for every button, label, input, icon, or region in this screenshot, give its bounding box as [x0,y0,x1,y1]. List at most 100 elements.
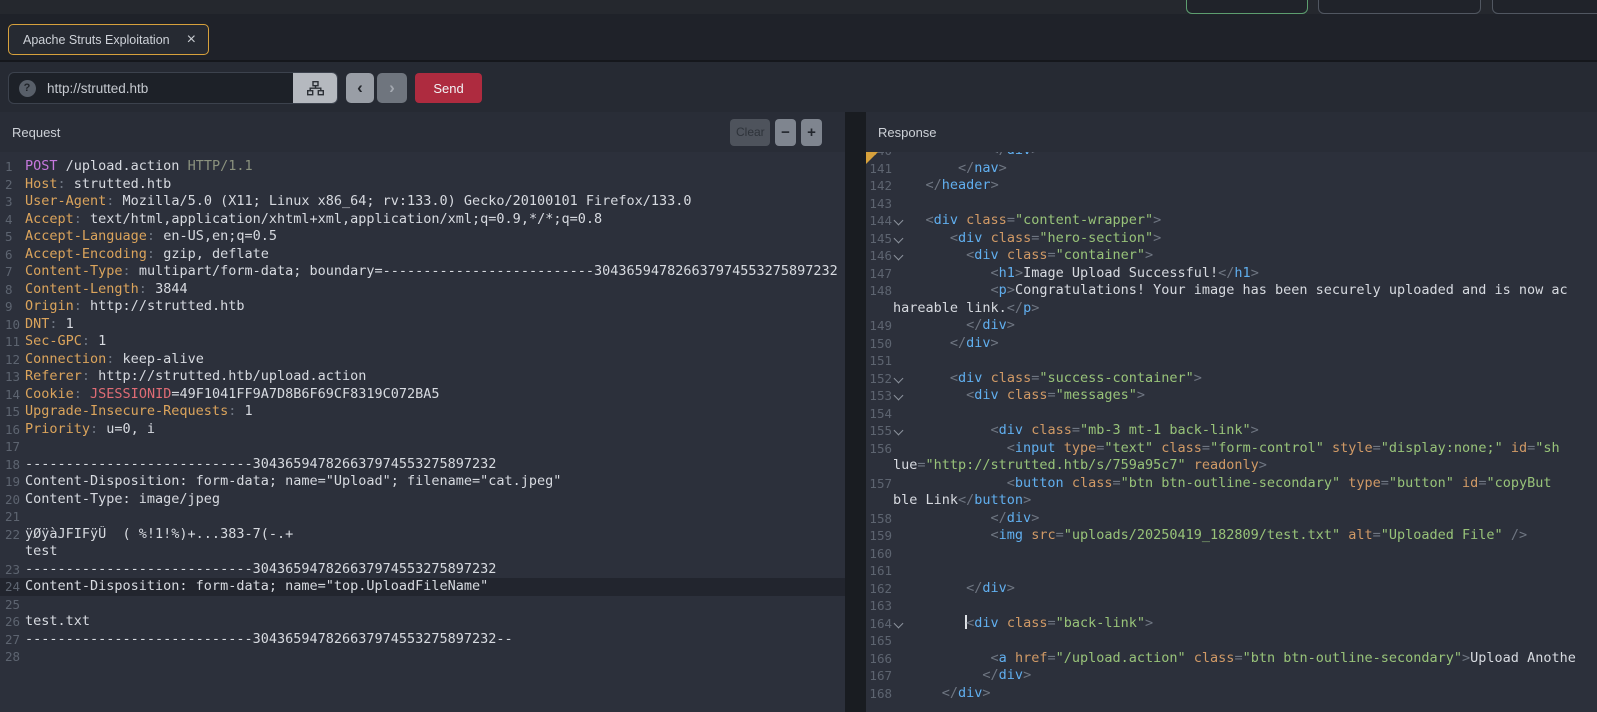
code-text: </div> [892,335,1597,353]
code-line: 16Priority: u=0, i [0,421,845,439]
top-partial-button-1[interactable] [1318,0,1481,14]
history-forward-button[interactable]: › [377,73,407,103]
code-text: <img src="uploads/20250419_182809/test.t… [892,527,1597,545]
history-back-button[interactable]: ‹ [346,73,374,103]
code-text: <button class="btn btn-outline-secondary… [892,475,1597,493]
send-button[interactable]: Send [415,73,482,103]
code-line: 159 <img src="uploads/20250419_182809/te… [866,527,1597,545]
code-line: 168 </div> [866,685,1597,703]
code-line: 141 </nav> [866,160,1597,178]
response-panel-title: Response [878,125,937,140]
code-line: 17 [0,438,845,456]
line-number: 166 [866,650,892,668]
code-text [892,405,1597,423]
code-text: Priority: u=0, i [25,421,845,439]
code-line: 142 </header> [866,177,1597,195]
line-number [866,457,892,475]
code-line: 153 <div class="messages"> [866,387,1597,405]
forward-icon: › [389,78,395,98]
code-text: Sec-GPC: 1 [25,333,845,351]
line-number: 15 [0,403,25,421]
code-text: Content-Type: multipart/form-data; bound… [25,263,845,281]
response-editor[interactable]: 140 </div>141 </nav>142 </header>143144 … [866,152,1597,712]
code-text: Host: strutted.htb [25,176,845,194]
line-number: 6 [0,246,25,264]
code-line: 140 </div> [866,152,1597,160]
code-text: Cookie: JSESSIONID=49F1041FF9A7D8B6F69CF… [25,386,845,404]
code-line: 144 <div class="content-wrapper"> [866,212,1597,230]
code-text: </div> [892,685,1597,703]
code-line: 143 [866,195,1597,213]
top-strip [0,0,1597,14]
code-line: 21 [0,508,845,526]
top-partial-button-2[interactable] [1492,0,1597,14]
code-text: Accept-Encoding: gzip, deflate [25,246,845,264]
line-number: 148 [866,282,892,300]
code-line: 9Origin: http://strutted.htb [0,298,845,316]
line-number: 159 [866,527,892,545]
code-text: test [25,543,845,561]
code-text: <div class="back-link"> [892,615,1597,633]
code-line: 15Upgrade-Insecure-Requests: 1 [0,403,845,421]
close-icon[interactable]: × [187,32,196,48]
line-number: 9 [0,298,25,316]
line-number: 27 [0,631,25,649]
code-line: 28 [0,648,845,666]
back-icon: ‹ [357,78,363,98]
help-icon[interactable]: ? [19,80,36,97]
code-line: 149 </div> [866,317,1597,335]
decrease-font-button[interactable]: − [775,119,796,146]
line-number: 5 [0,228,25,246]
line-number: 157 [866,475,892,493]
code-line: 5Accept-Language: en-US,en;q=0.5 [0,228,845,246]
code-text: lue="http://strutted.htb/s/759a95c7" rea… [892,457,1597,475]
code-line: 154 [866,405,1597,423]
line-number: 25 [0,596,25,614]
code-text: </div> [892,580,1597,598]
increase-font-button[interactable]: + [801,119,822,146]
code-text: POST /upload.action HTTP/1.1 [25,158,845,176]
code-line: 156 <input type="text" class="form-contr… [866,440,1597,458]
code-line: 25 [0,596,845,614]
request-panel-title: Request [12,125,60,140]
response-panel: Response 140 </div>141 </nav>142 </heade… [866,112,1597,712]
code-text: </div> [892,152,1597,160]
sitemap-button[interactable] [293,73,337,103]
code-line: 3User-Agent: Mozilla/5.0 (X11; Linux x86… [0,193,845,211]
line-number: 155 [866,422,892,440]
line-number: 151 [866,352,892,370]
line-number: 142 [866,177,892,195]
code-line: 164 <div class="back-link"> [866,615,1597,633]
code-line: 7Content-Type: multipart/form-data; boun… [0,263,845,281]
code-text: Referer: http://strutted.htb/upload.acti… [25,368,845,386]
code-line: 166 <a href="/upload.action" class="btn … [866,650,1597,668]
url-input[interactable] [45,73,293,103]
line-number: 161 [866,562,892,580]
code-line: 146 <div class="container"> [866,247,1597,265]
code-line: 158 </div> [866,510,1597,528]
line-number: 150 [866,335,892,353]
code-line: 27----------------------------3043659478… [0,631,845,649]
code-text: Upgrade-Insecure-Requests: 1 [25,403,845,421]
line-number: 156 [866,440,892,458]
code-text [892,195,1597,213]
line-number: 28 [0,648,25,666]
help-section[interactable]: ? [9,73,45,103]
top-partial-button-green[interactable] [1186,0,1308,14]
request-panel-header: Request Clear − + [0,112,845,152]
line-number [0,543,25,561]
code-line: 12Connection: keep-alive [0,351,845,369]
code-text: <input type="text" class="form-control" … [892,440,1597,458]
code-line: 20Content-Type: image/jpeg [0,491,845,509]
tab-apache-struts-exploitation[interactable]: Apache Struts Exploitation × [8,24,209,55]
clear-button[interactable]: Clear [730,119,770,146]
tab-bar: Apache Struts Exploitation × [0,14,1597,62]
code-text [25,648,845,666]
code-line: 2Host: strutted.htb [0,176,845,194]
code-text [892,562,1597,580]
code-text [25,508,845,526]
code-line: 18----------------------------3043659478… [0,456,845,474]
line-number: 168 [866,685,892,703]
code-text: </div> [892,667,1597,685]
request-editor[interactable]: 1POST /upload.action HTTP/1.12Host: stru… [0,152,845,712]
